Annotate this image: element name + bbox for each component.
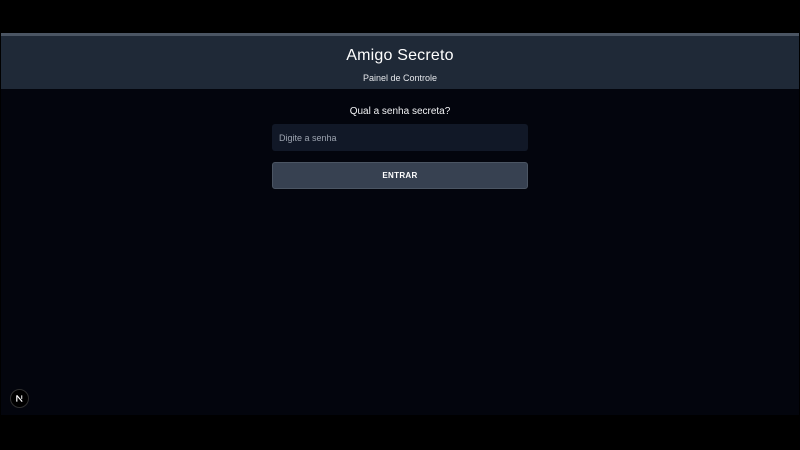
app-viewport: Amigo Secreto Painel de Controle Qual a … bbox=[1, 33, 799, 415]
nextjs-logo-icon bbox=[16, 394, 23, 403]
password-input[interactable] bbox=[272, 124, 528, 151]
page-title: Amigo Secreto bbox=[346, 47, 454, 64]
enter-button[interactable]: ENTRAR bbox=[272, 162, 528, 189]
page-header: Amigo Secreto Painel de Controle bbox=[1, 33, 799, 89]
nextjs-dev-indicator[interactable] bbox=[10, 389, 29, 408]
page-subtitle: Painel de Controle bbox=[362, 73, 438, 83]
password-prompt: Qual a senha secreta? bbox=[349, 106, 451, 117]
